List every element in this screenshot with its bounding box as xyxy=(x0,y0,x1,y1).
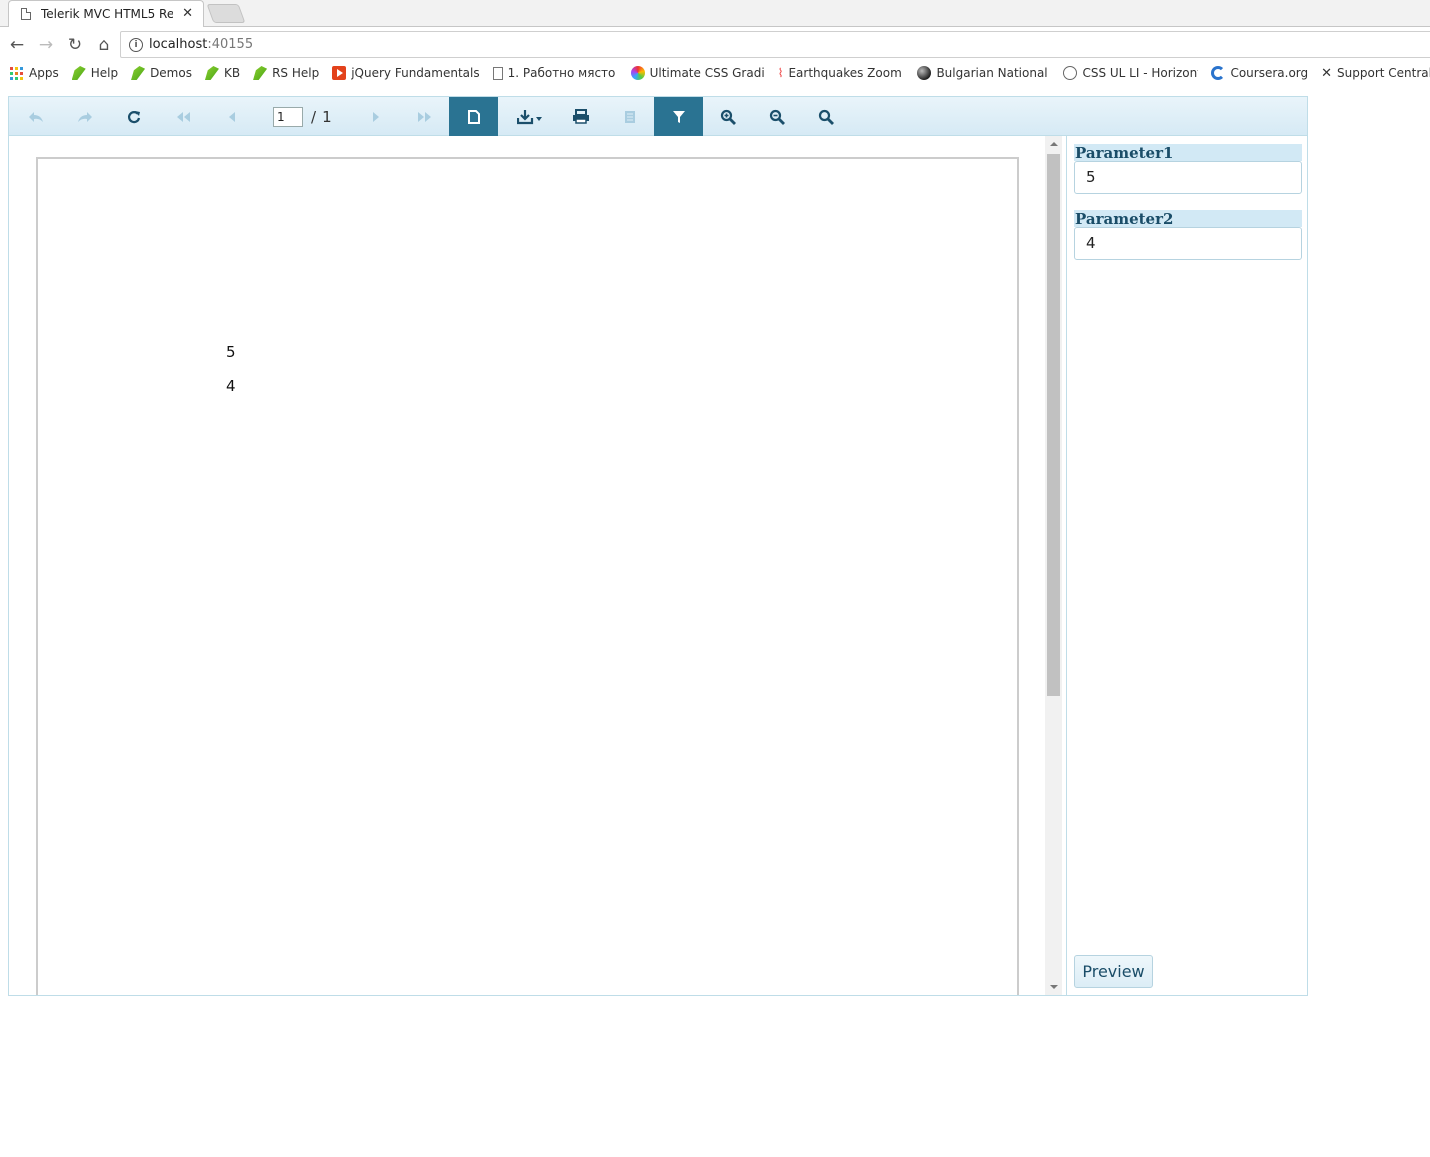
support-icon: ✕ xyxy=(1321,66,1333,81)
next-page-icon[interactable] xyxy=(351,97,400,136)
report-value-parameter1: 5 xyxy=(226,343,236,361)
navigate-back-icon[interactable] xyxy=(11,97,60,136)
parameter1-label: Parameter1 xyxy=(1074,144,1302,162)
new-tab-button[interactable] xyxy=(206,4,246,23)
pager: 1 / 1 xyxy=(273,107,332,127)
zoom-in-icon[interactable] xyxy=(703,97,752,136)
bookmark-jquery[interactable]: jQuery Fundamentals xyxy=(332,66,480,80)
report-value-parameter2: 4 xyxy=(226,377,236,395)
bookmark-label: RS Help xyxy=(272,66,320,80)
bookmark-demos[interactable]: Demos xyxy=(131,66,192,80)
bookmark-label: Apps xyxy=(29,66,59,80)
bookmark-earthquakes[interactable]: ⌇ Earthquakes Zoom - E xyxy=(778,66,905,80)
bookmark-label: 1. Работно място на xyxy=(507,66,618,80)
apps-grid-icon xyxy=(10,66,23,80)
previous-page-icon[interactable] xyxy=(207,97,256,136)
document-icon xyxy=(492,66,503,80)
bookmark-label: jQuery Fundamentals xyxy=(351,66,480,80)
report-content-area: 5 4 xyxy=(9,136,1063,995)
bookmark-label: Earthquakes Zoom - E xyxy=(788,66,904,80)
bookmark-kb[interactable]: KB xyxy=(204,66,241,80)
reload-icon[interactable]: ↻ xyxy=(63,33,87,57)
search-icon[interactable] xyxy=(801,97,850,136)
bookmark-label: KB xyxy=(223,66,241,80)
globe-icon xyxy=(917,66,932,80)
telerik-icon xyxy=(204,66,219,80)
scrollbar-thumb[interactable] xyxy=(1047,154,1060,696)
refresh-icon[interactable] xyxy=(109,97,158,136)
back-icon[interactable]: ← xyxy=(5,33,29,57)
bookmark-bulgarian-national[interactable]: Bulgarian National Se xyxy=(917,66,1050,80)
url-port: :40155 xyxy=(207,37,254,52)
first-page-icon[interactable] xyxy=(158,97,207,136)
parameter2-input[interactable]: 4 xyxy=(1074,227,1302,260)
bookmark-label: Support Central xyxy=(1337,66,1430,80)
seismograph-icon: ⌇ xyxy=(777,66,784,80)
spinner-icon xyxy=(1063,66,1078,80)
telerik-icon xyxy=(71,66,86,80)
report-viewer: 1 / 1 5 4 Parameter1 5 Parameter2 4 Prev… xyxy=(8,96,1308,996)
bookmarks-bar: Apps Help Demos KB RS Help jQuery Fundam… xyxy=(0,62,1430,84)
report-toolbar: 1 / 1 xyxy=(9,97,1307,136)
close-tab-icon[interactable]: ✕ xyxy=(182,6,193,21)
url-host: localhost xyxy=(149,37,208,52)
page-separator: / xyxy=(311,108,317,126)
url-input[interactable]: i localhost:40155 xyxy=(120,31,1430,58)
browser-tab[interactable]: Telerik MVC HTML5 Repo ✕ xyxy=(8,0,204,27)
bookmark-label: Ultimate CSS Gradient xyxy=(649,66,765,80)
bookmark-label: Coursera.org xyxy=(1230,66,1309,80)
current-page-input[interactable]: 1 xyxy=(273,107,303,127)
browser-tab-strip: Telerik MVC HTML5 Repo ✕ xyxy=(0,0,1430,27)
bookmark-rs-help[interactable]: RS Help xyxy=(253,66,319,80)
telerik-icon xyxy=(253,66,268,80)
coursera-icon xyxy=(1211,66,1226,80)
bookmark-support-central[interactable]: ✕ Support Central xyxy=(1321,66,1430,81)
address-bar-row: ← → ↻ ⌂ i localhost:40155 xyxy=(0,27,1430,62)
scroll-up-icon[interactable] xyxy=(1050,142,1058,146)
parameter1-group: Parameter1 5 xyxy=(1074,144,1302,194)
telerik-icon xyxy=(131,66,146,80)
bookmark-workplace[interactable]: 1. Работно място на xyxy=(492,66,618,80)
bookmark-help[interactable]: Help xyxy=(71,66,119,80)
home-icon[interactable]: ⌂ xyxy=(92,33,116,57)
print-icon[interactable] xyxy=(556,97,605,136)
parameter1-input[interactable]: 5 xyxy=(1074,161,1302,194)
export-icon[interactable] xyxy=(505,97,554,136)
forward-icon[interactable]: → xyxy=(34,33,58,57)
parameter2-group: Parameter2 4 xyxy=(1074,210,1302,260)
zoom-out-icon[interactable] xyxy=(752,97,801,136)
tab-title: Telerik MVC HTML5 Repo xyxy=(41,7,173,21)
preview-button[interactable]: Preview xyxy=(1074,955,1153,988)
info-icon[interactable]: i xyxy=(129,37,143,52)
toggle-print-preview-icon[interactable] xyxy=(449,97,498,136)
report-page: 5 4 xyxy=(36,157,1019,995)
navigate-forward-icon[interactable] xyxy=(60,97,109,136)
last-page-icon[interactable] xyxy=(400,97,449,136)
document-map-icon[interactable] xyxy=(605,97,654,136)
parameter2-label: Parameter2 xyxy=(1074,210,1302,228)
total-pages: 1 xyxy=(322,108,332,126)
bookmark-label: CSS UL LI - Horizontal xyxy=(1082,66,1198,80)
color-wheel-icon xyxy=(630,66,645,80)
bookmark-apps[interactable]: Apps xyxy=(10,66,59,80)
bookmark-label: Help xyxy=(90,66,119,80)
parameters-pane: Parameter1 5 Parameter2 4 Preview xyxy=(1066,136,1307,995)
page-icon xyxy=(21,8,31,20)
bookmark-coursera[interactable]: Coursera.org xyxy=(1211,66,1308,80)
filter-parameters-icon[interactable] xyxy=(654,97,703,136)
bookmark-label: Demos xyxy=(150,66,192,80)
vertical-scrollbar[interactable] xyxy=(1045,136,1062,995)
video-icon xyxy=(332,66,347,80)
bookmark-label: Bulgarian National Se xyxy=(936,66,1050,80)
scroll-down-icon[interactable] xyxy=(1050,985,1058,989)
bookmark-css-ul-li[interactable]: CSS UL LI - Horizontal xyxy=(1063,66,1198,80)
bookmark-css-gradient[interactable]: Ultimate CSS Gradient xyxy=(630,66,765,80)
